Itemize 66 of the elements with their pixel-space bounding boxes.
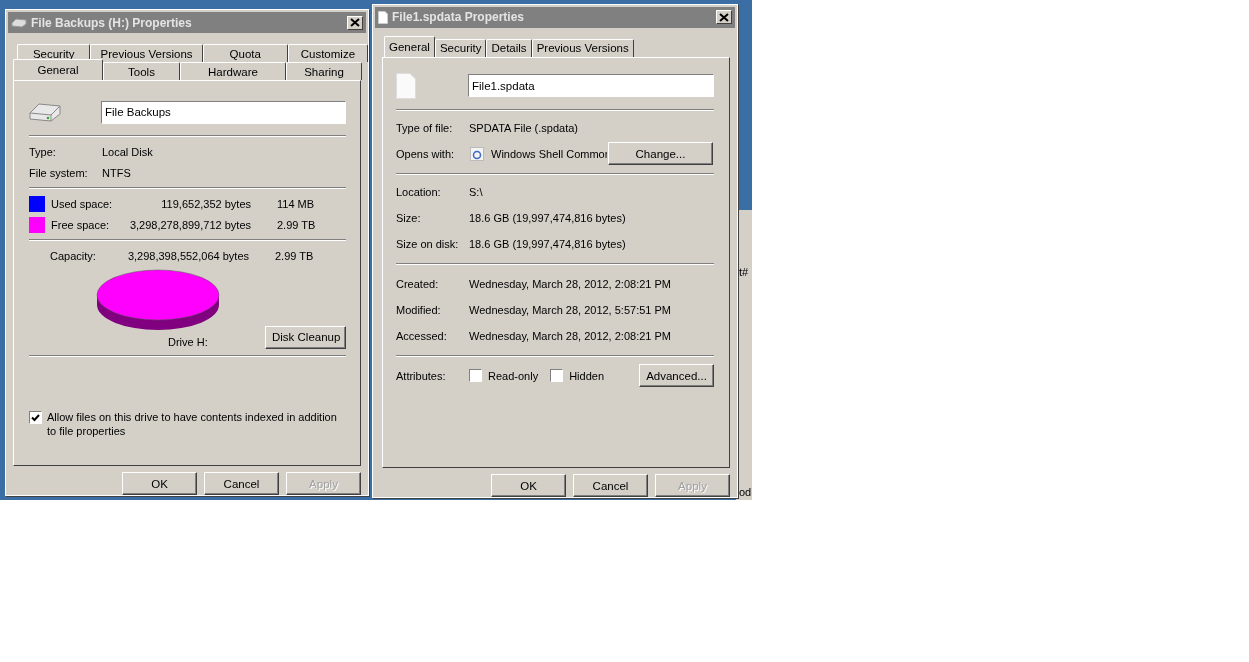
field-label: Free space: xyxy=(51,218,111,231)
checkbox[interactable] xyxy=(550,369,564,383)
size-value: 114 MB xyxy=(277,197,315,210)
field-label: Type: xyxy=(29,145,57,158)
checkbox-label: Read-only xyxy=(488,369,539,382)
field-label: Size on disk: xyxy=(396,237,460,250)
window-title: File Backups (H:) Properties xyxy=(31,15,193,30)
byte-count: 3,298,398,552,064 bytes xyxy=(126,250,249,262)
field-value: SPDATA File (.spdata) xyxy=(469,121,579,134)
dialog-button[interactable]: Cancel xyxy=(573,474,648,497)
close-button[interactable] xyxy=(716,10,732,25)
field-label: Modified: xyxy=(396,303,442,316)
disk-cleanup-button[interactable]: Disk Cleanup xyxy=(265,325,346,349)
field-value: Wednesday, March 28, 2012, 2:08:21 PM xyxy=(469,277,671,290)
tab[interactable]: Tools xyxy=(103,62,180,80)
size-value: 2.99 TB xyxy=(275,250,314,262)
field-value: S:\ xyxy=(469,185,483,198)
name-field[interactable]: File Backups xyxy=(101,100,346,124)
tab[interactable]: General xyxy=(384,35,435,57)
field-label: File system: xyxy=(29,166,89,179)
tab[interactable]: Hardware xyxy=(180,62,286,80)
checkbox[interactable] xyxy=(469,369,482,383)
tab[interactable]: Customize xyxy=(287,44,368,62)
field-label: Created: xyxy=(396,277,440,290)
checkbox-label: Hidden xyxy=(569,369,604,382)
tab[interactable]: Previous Versions xyxy=(531,38,634,57)
dialog-button[interactable]: Cancel xyxy=(204,472,279,495)
field-value: 18.6 GB (19,997,474,816 bytes) xyxy=(469,211,626,224)
field-label: Type of file: xyxy=(396,121,454,134)
window-title: File1.spdata Properties xyxy=(392,10,526,25)
file-icon xyxy=(378,10,388,24)
application-icon xyxy=(469,145,485,162)
field-value: Wednesday, March 28, 2012, 2:08:21 PM xyxy=(469,329,671,342)
checkbox[interactable] xyxy=(29,411,42,424)
tab[interactable]: Details xyxy=(486,38,532,57)
file-icon xyxy=(396,72,416,99)
tab[interactable]: General xyxy=(13,59,103,80)
size-value: 2.99 TB xyxy=(277,218,316,231)
field-value: 18.6 GB (19,997,474,816 bytes) xyxy=(469,237,626,250)
advanced-button[interactable]: Advanced... xyxy=(639,364,714,388)
checkbox-label: Allow files on this drive to have contents indexed in addition to file properties xyxy=(47,410,338,438)
tab[interactable]: Security xyxy=(434,38,487,57)
field-label: Used space: xyxy=(51,197,114,210)
change-button[interactable]: Change... xyxy=(608,142,713,166)
field-value: Local Disk xyxy=(102,145,153,158)
tab[interactable]: Quota xyxy=(202,44,288,62)
byte-count: 119,652,352 bytes xyxy=(160,197,251,210)
field-value: Wednesday, March 28, 2012, 5:57:51 PM xyxy=(469,303,671,316)
tab[interactable]: Previous Versions xyxy=(90,44,203,62)
field-label: Attributes: xyxy=(396,369,447,382)
hard-drive-icon xyxy=(29,102,61,122)
text-fragment: t# xyxy=(739,266,750,278)
field-label: Size: xyxy=(396,211,422,224)
dialog-button[interactable]: OK xyxy=(122,472,197,495)
tab[interactable]: Sharing xyxy=(286,62,362,80)
field-label: Location: xyxy=(396,185,442,198)
field-label: Opens with: xyxy=(396,147,456,160)
dialog-button[interactable]: OK xyxy=(491,474,566,497)
close-button[interactable] xyxy=(347,15,363,30)
field-label: Accessed: xyxy=(396,329,448,342)
field-value: NTFS xyxy=(102,166,131,179)
drive-icon xyxy=(11,17,27,28)
drive-label: Drive H: xyxy=(168,336,208,348)
byte-count: 3,298,278,899,712 bytes xyxy=(128,218,251,231)
name-field[interactable]: File1.spdata xyxy=(468,74,714,98)
text-fragment: odi xyxy=(739,486,752,498)
